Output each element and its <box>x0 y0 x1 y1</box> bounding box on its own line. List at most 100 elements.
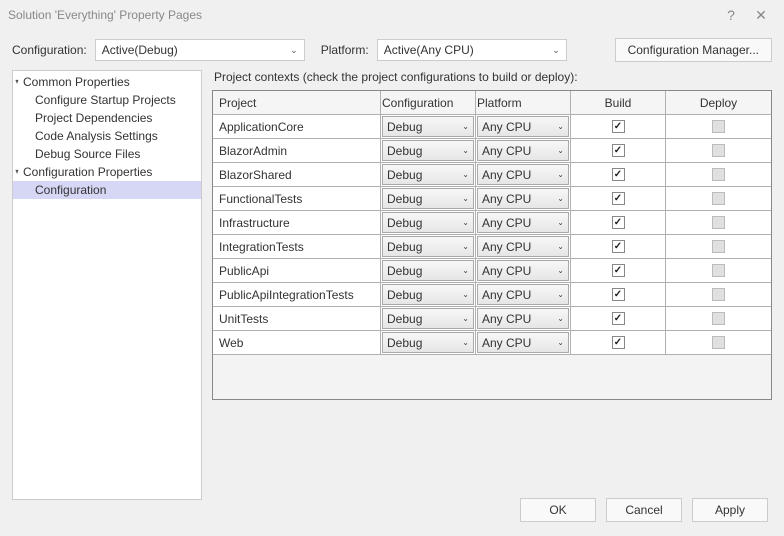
table-row: WebDebug⌄Any CPU⌄ <box>213 331 771 355</box>
apply-button[interactable]: Apply <box>692 498 768 522</box>
build-checkbox[interactable] <box>612 216 625 229</box>
chevron-down-icon: ⌄ <box>557 194 564 203</box>
chevron-down-icon: ⌄ <box>557 266 564 275</box>
row-config-combo[interactable]: Debug⌄ <box>382 332 474 353</box>
project-name: IntegrationTests <box>213 235 381 258</box>
help-icon[interactable]: ? <box>716 7 746 23</box>
row-platform-combo[interactable]: Any CPU⌄ <box>477 212 569 233</box>
chevron-down-icon: ⌄ <box>557 218 564 227</box>
col-platform[interactable]: Platform <box>476 91 571 114</box>
deploy-checkbox[interactable] <box>712 240 725 253</box>
build-checkbox[interactable] <box>612 312 625 325</box>
build-checkbox[interactable] <box>612 288 625 301</box>
chevron-down-icon: ⌄ <box>557 314 564 323</box>
close-icon[interactable]: ✕ <box>746 7 776 24</box>
row-platform-combo[interactable]: Any CPU⌄ <box>477 164 569 185</box>
config-toolbar: Configuration: Active(Debug) ⌄ Platform:… <box>0 30 784 70</box>
row-platform-combo[interactable]: Any CPU⌄ <box>477 284 569 305</box>
row-config-combo[interactable]: Debug⌄ <box>382 308 474 329</box>
col-deploy[interactable]: Deploy <box>666 91 771 114</box>
row-config-combo[interactable]: Debug⌄ <box>382 236 474 257</box>
configuration-manager-button[interactable]: Configuration Manager... <box>615 38 772 62</box>
ok-button[interactable]: OK <box>520 498 596 522</box>
chevron-down-icon: ⌄ <box>552 45 560 56</box>
context-label: Project contexts (check the project conf… <box>214 70 772 84</box>
col-build[interactable]: Build <box>571 91 666 114</box>
chevron-down-icon: ⌄ <box>557 242 564 251</box>
col-project[interactable]: Project <box>213 91 381 114</box>
chevron-down-icon: ⌄ <box>557 170 564 179</box>
row-config-combo[interactable]: Debug⌄ <box>382 260 474 281</box>
build-checkbox[interactable] <box>612 240 625 253</box>
build-checkbox[interactable] <box>612 264 625 277</box>
row-platform-combo[interactable]: Any CPU⌄ <box>477 236 569 257</box>
chevron-down-icon: ⌄ <box>462 122 469 131</box>
project-name: BlazorAdmin <box>213 139 381 162</box>
chevron-down-icon: ⌄ <box>462 170 469 179</box>
project-name: ApplicationCore <box>213 115 381 138</box>
configuration-label: Configuration: <box>12 43 87 57</box>
project-name: PublicApi <box>213 259 381 282</box>
row-config-combo[interactable]: Debug⌄ <box>382 116 474 137</box>
row-platform-combo[interactable]: Any CPU⌄ <box>477 260 569 281</box>
grid-header: Project Configuration Platform Build Dep… <box>213 91 771 115</box>
deploy-checkbox[interactable] <box>712 144 725 157</box>
build-checkbox[interactable] <box>612 168 625 181</box>
row-platform-combo[interactable]: Any CPU⌄ <box>477 308 569 329</box>
row-platform-combo[interactable]: Any CPU⌄ <box>477 332 569 353</box>
row-config-combo[interactable]: Debug⌄ <box>382 212 474 233</box>
project-name: FunctionalTests <box>213 187 381 210</box>
table-row: BlazorAdminDebug⌄Any CPU⌄ <box>213 139 771 163</box>
main-panel: Project contexts (check the project conf… <box>212 70 772 500</box>
chevron-down-icon: ⌄ <box>462 146 469 155</box>
project-name: Infrastructure <box>213 211 381 234</box>
configuration-combo[interactable]: Active(Debug) ⌄ <box>95 39 305 61</box>
grid-empty-area <box>213 355 771 399</box>
build-checkbox[interactable] <box>612 192 625 205</box>
tree-item-startup[interactable]: Configure Startup Projects <box>13 91 201 109</box>
deploy-checkbox[interactable] <box>712 264 725 277</box>
row-config-combo[interactable]: Debug⌄ <box>382 140 474 161</box>
table-row: PublicApiIntegrationTestsDebug⌄Any CPU⌄ <box>213 283 771 307</box>
tree-item-dependencies[interactable]: Project Dependencies <box>13 109 201 127</box>
col-configuration[interactable]: Configuration <box>381 91 476 114</box>
chevron-down-icon: ⌄ <box>462 266 469 275</box>
chevron-down-icon: ⌄ <box>557 338 564 347</box>
row-config-combo[interactable]: Debug⌄ <box>382 188 474 209</box>
chevron-down-icon: ⌄ <box>462 290 469 299</box>
deploy-checkbox[interactable] <box>712 336 725 349</box>
tree-item-debug-source[interactable]: Debug Source Files <box>13 145 201 163</box>
row-platform-combo[interactable]: Any CPU⌄ <box>477 188 569 209</box>
nav-tree[interactable]: Common Properties Configure Startup Proj… <box>12 70 202 500</box>
platform-combo[interactable]: Active(Any CPU) ⌄ <box>377 39 567 61</box>
chevron-down-icon: ⌄ <box>557 146 564 155</box>
row-config-combo[interactable]: Debug⌄ <box>382 284 474 305</box>
deploy-checkbox[interactable] <box>712 216 725 229</box>
tree-group-common[interactable]: Common Properties <box>13 73 201 91</box>
project-name: Web <box>213 331 381 354</box>
row-platform-combo[interactable]: Any CPU⌄ <box>477 140 569 161</box>
project-contexts-grid: Project Configuration Platform Build Dep… <box>212 90 772 400</box>
chevron-down-icon: ⌄ <box>462 242 469 251</box>
deploy-checkbox[interactable] <box>712 312 725 325</box>
deploy-checkbox[interactable] <box>712 120 725 133</box>
deploy-checkbox[interactable] <box>712 192 725 205</box>
project-name: PublicApiIntegrationTests <box>213 283 381 306</box>
build-checkbox[interactable] <box>612 144 625 157</box>
tree-item-configuration[interactable]: Configuration <box>13 181 201 199</box>
tree-group-configuration[interactable]: Configuration Properties <box>13 163 201 181</box>
table-row: IntegrationTestsDebug⌄Any CPU⌄ <box>213 235 771 259</box>
table-row: FunctionalTestsDebug⌄Any CPU⌄ <box>213 187 771 211</box>
deploy-checkbox[interactable] <box>712 288 725 301</box>
table-row: ApplicationCoreDebug⌄Any CPU⌄ <box>213 115 771 139</box>
build-checkbox[interactable] <box>612 336 625 349</box>
tree-item-code-analysis[interactable]: Code Analysis Settings <box>13 127 201 145</box>
row-config-combo[interactable]: Debug⌄ <box>382 164 474 185</box>
chevron-down-icon: ⌄ <box>462 218 469 227</box>
deploy-checkbox[interactable] <box>712 168 725 181</box>
project-name: BlazorShared <box>213 163 381 186</box>
row-platform-combo[interactable]: Any CPU⌄ <box>477 116 569 137</box>
table-row: UnitTestsDebug⌄Any CPU⌄ <box>213 307 771 331</box>
build-checkbox[interactable] <box>612 120 625 133</box>
cancel-button[interactable]: Cancel <box>606 498 682 522</box>
